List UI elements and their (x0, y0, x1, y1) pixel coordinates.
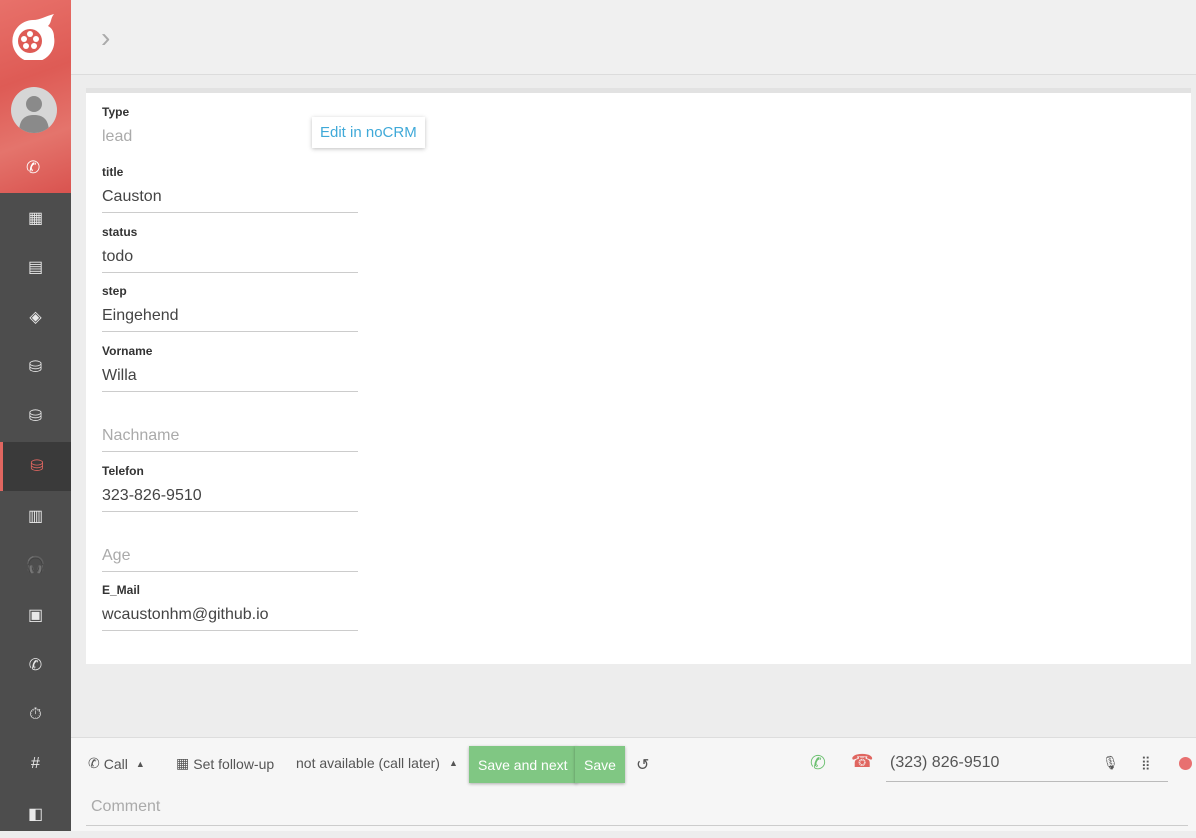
calendar-icon: ▦ (176, 755, 190, 771)
field-value[interactable]: todo (102, 248, 133, 266)
field-label: status (102, 224, 138, 239)
field-step[interactable]: step Eingehend (102, 272, 358, 333)
sidebar-item-phone-hash[interactable]: # (0, 740, 71, 789)
user-silhouette-icon (19, 96, 49, 133)
field-title[interactable]: title Causton (102, 153, 358, 213)
field-value: lead (102, 128, 133, 145)
chevron-right-icon[interactable]: › (101, 22, 110, 54)
sidebar-item-dashboard[interactable]: ▦ (0, 193, 71, 242)
phone-icon[interactable]: ✆ (26, 158, 40, 178)
field-underline (102, 630, 358, 632)
record-card: Edit in noCRM Type lead title Causton status… (86, 88, 1191, 664)
phone-hash-icon: # (31, 755, 40, 773)
sidebar: ✆ ▦ ▤ ◈ ⛁ ⛁ ⛁ ▥ 🎧 ▣ ✆ ⏱ # ◧ (0, 0, 71, 831)
caret-up-icon: ▲ (135, 758, 145, 769)
call-toolbar: ✆ Call ▲ ▦ Set follow-up not available (cal… (71, 737, 1196, 831)
field-type: Type lead (102, 93, 358, 153)
save-and-next-button[interactable]: Save and next (469, 746, 577, 783)
share-icon: ◧ (27, 805, 44, 823)
field-label: Type (102, 105, 130, 119)
record-indicator-icon[interactable] (1179, 757, 1192, 770)
headset-icon: 🎧 (25, 557, 46, 575)
database-export-icon: ⛁ (28, 408, 43, 426)
sidebar-item-database[interactable]: ⛁ (0, 441, 71, 491)
field-input[interactable]: Nachname (102, 427, 179, 445)
call-type-dropdown[interactable]: ✆ Call ▲ (88, 755, 145, 772)
phone-icon: ✆ (88, 755, 100, 771)
field-value[interactable]: Causton (102, 188, 162, 206)
sidebar-item-layers[interactable]: ◈ (0, 292, 71, 341)
field-age[interactable]: Age (102, 512, 358, 572)
history-icon[interactable]: ↺ (636, 755, 649, 775)
layers-icon: ◈ (29, 308, 42, 326)
field-value[interactable]: wcaustonhm@github.io (102, 606, 269, 624)
logo-icon[interactable] (10, 14, 56, 60)
status-dropdown[interactable]: not available (call later) ▲ (296, 755, 458, 771)
mute-microphone-icon[interactable]: 🎙 (1102, 755, 1119, 771)
call-icon[interactable]: ✆ (810, 752, 826, 775)
field-status[interactable]: status todo (102, 213, 358, 273)
sidebar-item-database-import[interactable]: ⛁ (0, 342, 71, 391)
sidebar-item-headset[interactable]: 🎧 (0, 541, 71, 590)
field-label: title (102, 164, 124, 179)
field-vorname[interactable]: Vorname Willa (102, 332, 358, 393)
sidebar-header: ✆ (0, 0, 71, 193)
field-value[interactable]: Eingehend (102, 307, 179, 325)
message-chart-icon: ▣ (27, 607, 44, 625)
field-label: Vorname (102, 344, 153, 359)
hang-up-icon[interactable]: ☎ (851, 751, 873, 772)
archive-icon: ▤ (27, 259, 44, 277)
save-button[interactable]: Save (575, 746, 625, 783)
bar-chart-icon: ▥ (27, 507, 44, 525)
caret-up-icon: ▲ (448, 758, 458, 768)
field-input[interactable]: Age (102, 547, 130, 565)
field-nachname[interactable]: Nachname (102, 392, 358, 452)
top-header: › (71, 0, 1196, 75)
comment-textarea[interactable]: Comment (86, 790, 1188, 826)
sidebar-item-stopwatch[interactable]: ⏱ (0, 690, 71, 739)
field-telefon[interactable]: Telefon 323-826-9510 (102, 452, 358, 512)
field-label: step (102, 284, 127, 299)
dashboard-icon: ▦ (27, 209, 44, 227)
stopwatch-icon: ⏱ (29, 705, 42, 723)
field-e-mail[interactable]: E_Mail wcaustonhm@github.io (102, 571, 358, 632)
sidebar-item-database-export[interactable]: ⛁ (0, 392, 71, 441)
sidebar-item-archive[interactable]: ▤ (0, 243, 71, 292)
field-label: E_Mail (102, 583, 141, 598)
sidebar-item-message-chart[interactable]: ▣ (0, 591, 71, 640)
dialpad-icon[interactable]: ⣿ (1141, 755, 1151, 771)
sidebar-item-phone[interactable]: ✆ (0, 640, 71, 689)
set-follow-up-button[interactable]: ▦ Set follow-up (176, 755, 274, 772)
database-import-icon: ⛁ (28, 358, 43, 376)
phone-icon: ✆ (28, 656, 43, 674)
phone-number-input[interactable]: (323) 826-9510 (886, 746, 1168, 782)
avatar[interactable] (11, 87, 57, 133)
field-value[interactable]: Willa (102, 367, 137, 385)
database-icon: ⛁ (30, 458, 44, 475)
sidebar-item-bar-chart[interactable]: ▥ (0, 491, 71, 540)
field-value[interactable]: 323-826-9510 (102, 487, 202, 505)
field-label: Telefon (102, 463, 144, 478)
